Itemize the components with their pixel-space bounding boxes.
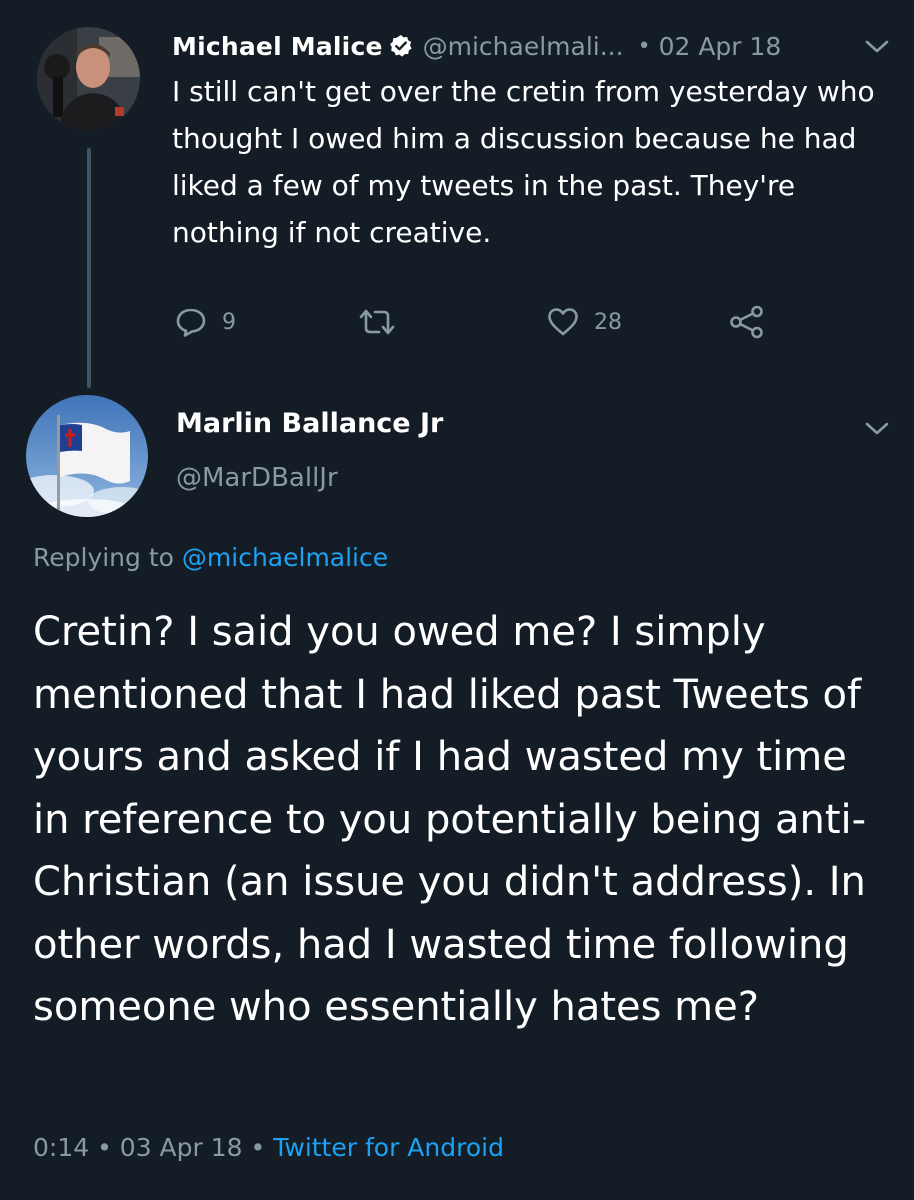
- reply-tweet-menu-chevron-down-icon[interactable]: [864, 420, 890, 438]
- reply-author-name[interactable]: Marlin Ballance Jr: [176, 408, 443, 439]
- header-separator: •: [637, 33, 651, 59]
- parent-tweet-action-bar: 9 28: [0, 300, 914, 344]
- parent-tweet-header: Michael Malice @michaelmali... • 02 Apr …: [172, 26, 892, 66]
- tweet-source-link[interactable]: Twitter for Android: [273, 1133, 504, 1162]
- retweet-icon: [357, 307, 397, 337]
- replying-to-line: Replying to @michaelmalice: [33, 543, 388, 572]
- like-button[interactable]: 28: [546, 300, 622, 344]
- share-button[interactable]: [728, 300, 766, 344]
- christian-flag-avatar[interactable]: [26, 395, 148, 517]
- parent-author-handle[interactable]: @michaelmali...: [423, 32, 624, 61]
- parent-tweet-date[interactable]: 02 Apr 18: [659, 32, 782, 61]
- reply-tweet-meta: 0:14 • 03 Apr 18 • Twitter for Android: [33, 1133, 504, 1162]
- reply-icon: [174, 306, 208, 338]
- replying-to-label: Replying to: [33, 543, 174, 572]
- reply-button[interactable]: 9: [174, 300, 236, 344]
- meta-separator-2: •: [250, 1133, 266, 1162]
- retweet-button[interactable]: [357, 300, 397, 344]
- heart-icon: [546, 306, 580, 338]
- reply-tweet-date: 03 Apr 18: [119, 1133, 243, 1162]
- verified-badge-icon: [389, 34, 413, 58]
- like-count: 28: [594, 309, 622, 335]
- meta-separator-1: •: [97, 1133, 112, 1162]
- parent-tweet-text: I still can't get over the cretin from y…: [172, 75, 875, 249]
- parent-tweet-menu-chevron-down-icon[interactable]: [864, 38, 890, 56]
- reply-count: 9: [222, 309, 236, 335]
- reply-tweet-time: 0:14: [33, 1133, 90, 1162]
- reply-tweet-text: Cretin? I said you owed me? I simply men…: [33, 609, 867, 1030]
- parent-author-name[interactable]: Michael Malice: [172, 32, 383, 61]
- replying-to-mention-link[interactable]: @michaelmalice: [182, 543, 388, 572]
- reply-author-handle[interactable]: @MarDBallJr: [176, 463, 338, 493]
- share-icon: [728, 305, 766, 339]
- michael-malice-avatar[interactable]: [37, 27, 140, 130]
- thread-connector-line: [87, 148, 91, 388]
